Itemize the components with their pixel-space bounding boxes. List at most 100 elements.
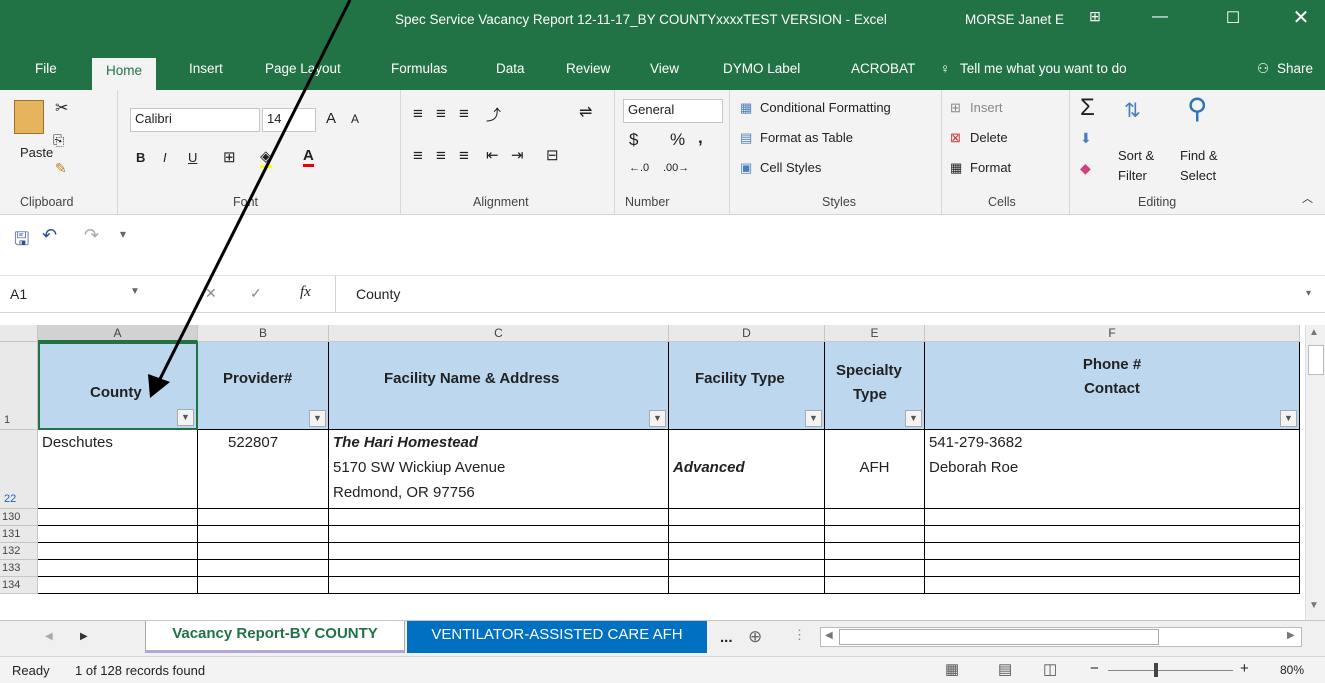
filter-dropdown-icon[interactable]: ▼	[805, 410, 822, 427]
align-center-icon[interactable]: ≡	[436, 146, 446, 166]
align-bottom-icon[interactable]: ≡	[459, 104, 469, 124]
sort-filter-label-2[interactable]: Filter	[1118, 168, 1147, 183]
cell-specialty[interactable]: AFH	[825, 430, 925, 509]
format-as-table-button[interactable]: Format as Table	[760, 130, 853, 145]
number-format-box[interactable]: General	[623, 99, 723, 123]
borders-icon[interactable]: ⊞	[223, 148, 236, 166]
fill-color-icon[interactable]: ◈	[260, 147, 272, 168]
header-cell-phone[interactable]: Phone # Contact ▼	[925, 342, 1300, 430]
tell-me-box[interactable]: Tell me what you want to do	[960, 61, 1127, 76]
autosum-icon[interactable]: Σ	[1080, 94, 1095, 122]
row-header-133[interactable]: 133	[0, 560, 38, 577]
cut-icon[interactable]: ✂	[55, 98, 68, 118]
insert-function-button[interactable]: fx	[300, 284, 311, 301]
font-color-icon[interactable]: A	[303, 147, 314, 167]
scroll-right-icon[interactable]: ▶	[1287, 630, 1295, 641]
tab-data[interactable]: Data	[496, 61, 525, 76]
column-header-d[interactable]: D	[669, 325, 825, 342]
scroll-down-icon[interactable]: ▼	[1309, 600, 1319, 611]
delete-cells-button[interactable]: Delete	[970, 130, 1008, 145]
cell-type[interactable]: Advanced	[669, 430, 825, 509]
zoom-in-icon[interactable]: +	[1240, 660, 1249, 677]
fill-icon[interactable]: ⬇	[1080, 130, 1092, 147]
wrap-text-icon[interactable]: ⇌	[579, 102, 592, 122]
row-header-131[interactable]: 131	[0, 526, 38, 543]
cell-provider[interactable]: 522807	[198, 430, 329, 509]
close-icon[interactable]: ✕	[1286, 5, 1316, 30]
format-cells-button[interactable]: Format	[970, 160, 1011, 175]
redo-icon[interactable]: ↷	[84, 225, 99, 246]
select-all-corner[interactable]	[0, 325, 38, 342]
header-cell-county[interactable]: County ▼	[38, 342, 198, 430]
filter-dropdown-icon[interactable]: ▼	[309, 410, 326, 427]
maximize-icon[interactable]: ☐	[1218, 8, 1248, 28]
formula-input[interactable]: County	[356, 286, 400, 302]
sheet-tab-vacancy-report[interactable]: Vacancy Report-BY COUNTY	[145, 621, 405, 653]
format-painter-icon[interactable]: ✎	[55, 160, 67, 177]
decrease-indent-icon[interactable]: ⇤	[486, 146, 499, 164]
name-box[interactable]: A1	[10, 286, 27, 302]
more-sheets-button[interactable]: ...	[720, 629, 733, 646]
filter-active-icon[interactable]: ▼	[177, 409, 194, 426]
tab-review[interactable]: Review	[566, 61, 610, 76]
italic-button[interactable]: I	[163, 150, 167, 165]
share-button[interactable]: Share	[1277, 61, 1313, 76]
enter-icon[interactable]: ✓	[250, 285, 262, 302]
percent-button[interactable]: %	[670, 130, 685, 150]
zoom-out-icon[interactable]: −	[1090, 660, 1099, 677]
header-cell-facility[interactable]: Facility Name & Address ▼	[329, 342, 669, 430]
column-header-f[interactable]: F	[925, 325, 1300, 342]
undo-icon[interactable]: ↶	[42, 225, 57, 246]
font-name-box[interactable]: Calibri	[130, 108, 260, 132]
align-right-icon[interactable]: ≡	[459, 146, 469, 166]
scroll-left-icon[interactable]: ◀	[825, 630, 833, 641]
column-header-c[interactable]: C	[329, 325, 669, 342]
horizontal-scroll-thumb[interactable]	[839, 629, 1159, 645]
align-middle-icon[interactable]: ≡	[436, 104, 446, 124]
sort-filter-label-1[interactable]: Sort &	[1118, 148, 1154, 163]
orientation-icon[interactable]: ⤴	[486, 104, 501, 125]
cell-phone[interactable]: 541-279-3682 Deborah Roe	[925, 430, 1300, 509]
underline-button[interactable]: U	[188, 150, 197, 165]
align-left-icon[interactable]: ≡	[413, 146, 423, 166]
row-header-22[interactable]: 22	[0, 430, 38, 509]
currency-button[interactable]: $	[629, 130, 638, 150]
font-shrink-button[interactable]: A	[351, 112, 359, 126]
comma-button[interactable]: ,	[698, 128, 703, 148]
tab-insert[interactable]: Insert	[189, 61, 223, 76]
merge-center-icon[interactable]: ⊟	[546, 146, 559, 164]
row-header-134[interactable]: 134	[0, 577, 38, 594]
zoom-slider[interactable]	[1108, 670, 1233, 671]
header-cell-specialty[interactable]: Specialty Type ▼	[825, 342, 925, 430]
vertical-scrollbar[interactable]: ▲ ▼	[1305, 325, 1325, 620]
tab-dymo-label[interactable]: DYMO Label	[723, 61, 800, 76]
tab-file[interactable]: File	[35, 61, 57, 76]
font-grow-button[interactable]: A	[326, 110, 336, 127]
cell-facility[interactable]: The Hari Homestead 5170 SW Wickiup Avenu…	[329, 430, 669, 509]
tab-page-layout[interactable]: Page Layout	[265, 61, 341, 76]
clear-icon[interactable]: ◆	[1080, 160, 1091, 177]
font-size-box[interactable]: 14	[262, 108, 316, 132]
page-layout-view-icon[interactable]: ▤	[998, 660, 1012, 678]
cell-styles-button[interactable]: Cell Styles	[760, 160, 821, 175]
insert-cells-button[interactable]: Insert	[970, 100, 1003, 115]
collapse-ribbon-icon[interactable]: ︿	[1302, 190, 1313, 206]
minimize-icon[interactable]: —	[1145, 8, 1175, 26]
name-box-dropdown-icon[interactable]: ▼	[130, 286, 140, 297]
decrease-decimal-icon[interactable]: .00→	[663, 162, 689, 174]
increase-decimal-icon[interactable]: ←.0	[629, 162, 649, 174]
row-header-130[interactable]: 130	[0, 509, 38, 526]
paste-button[interactable]: Paste	[20, 145, 53, 160]
tab-acrobat[interactable]: ACROBAT	[851, 61, 915, 76]
align-top-icon[interactable]: ≡	[413, 104, 423, 124]
paste-icon[interactable]	[14, 100, 44, 134]
bold-button[interactable]: B	[136, 150, 145, 165]
ribbon-display-icon[interactable]: ⊞	[1080, 8, 1110, 25]
header-cell-provider[interactable]: Provider# ▼	[198, 342, 329, 430]
normal-view-icon[interactable]: ▦	[945, 660, 959, 678]
find-select-label-2[interactable]: Select	[1180, 168, 1216, 183]
copy-icon[interactable]: ⎘	[53, 132, 64, 149]
horizontal-scrollbar[interactable]: ◀ ▶	[820, 627, 1302, 647]
column-header-b[interactable]: B	[198, 325, 329, 342]
sheet-tab-ventilator[interactable]: VENTILATOR-ASSISTED CARE AFH	[407, 621, 707, 653]
